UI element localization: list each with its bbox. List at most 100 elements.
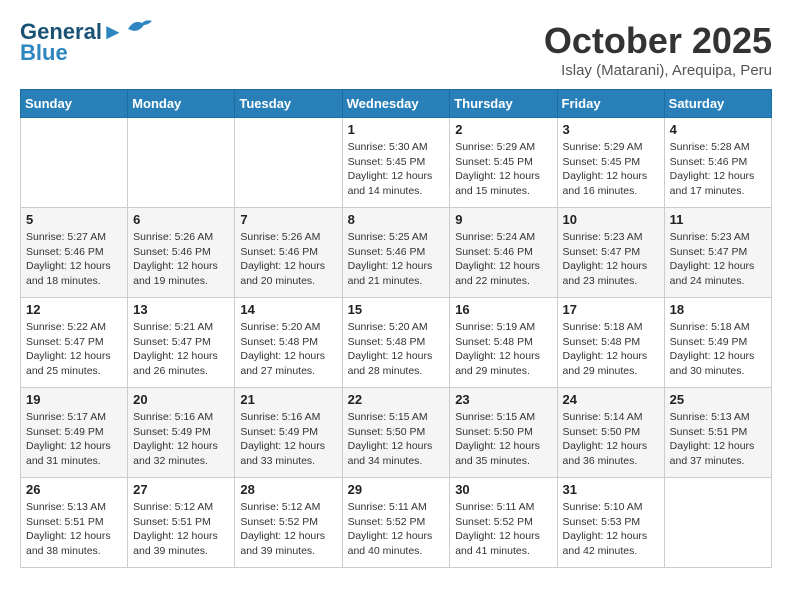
day-cell (128, 118, 235, 208)
day-info: Sunrise: 5:21 AM Sunset: 5:47 PM Dayligh… (133, 320, 229, 379)
week-row-1: 1 Sunrise: 5:30 AM Sunset: 5:45 PM Daylig… (21, 118, 772, 208)
day-cell: 4 Sunrise: 5:28 AM Sunset: 5:46 PM Daylig… (664, 118, 771, 208)
day-cell: 10Sunrise: 5:23 AM Sunset: 5:47 PM Dayli… (557, 208, 664, 298)
day-cell: 17 Sunrise: 5:18 AM Sunset: 5:48 PM Dayli… (557, 298, 664, 388)
title-block: October 2025 Islay (Matarani), Arequipa,… (544, 20, 772, 79)
day-info: Sunrise: 5:26 AM Sunset: 5:46 PM Dayligh… (133, 230, 229, 289)
day-cell: 25 Sunrise: 5:13 AM Sunset: 5:51 PM Dayli… (664, 388, 771, 478)
day-number: 30 (455, 482, 551, 497)
day-cell: 26 Sunrise: 5:13 AM Sunset: 5:51 PM Dayli… (21, 478, 128, 568)
day-number: 4 (670, 122, 766, 137)
day-cell: 12 Sunrise: 5:22 AM Sunset: 5:47 PM Dayli… (21, 298, 128, 388)
day-cell: 9 Sunrise: 5:24 AM Sunset: 5:46 PM Daylig… (450, 208, 557, 298)
day-info: Sunrise: 5:27 AM Sunset: 5:46 PM Dayligh… (26, 230, 122, 289)
day-number: 16 (455, 302, 551, 317)
day-number: 31 (563, 482, 659, 497)
day-number: 10 (563, 212, 659, 227)
day-number: 29 (348, 482, 445, 497)
day-number: 13 (133, 302, 229, 317)
day-info: Sunrise: 5:29 AM Sunset: 5:45 PM Dayligh… (455, 140, 551, 199)
day-info: Sunrise: 5:20 AM Sunset: 5:48 PM Dayligh… (240, 320, 336, 379)
day-info: Sunrise: 5:12 AM Sunset: 5:52 PM Dayligh… (240, 500, 336, 559)
week-row-2: 5 Sunrise: 5:27 AM Sunset: 5:46 PM Daylig… (21, 208, 772, 298)
day-info: Sunrise: 5:15 AM Sunset: 5:50 PM Dayligh… (348, 410, 445, 469)
day-info: Sunrise: 5:11 AM Sunset: 5:52 PM Dayligh… (348, 500, 445, 559)
day-number: 26 (26, 482, 122, 497)
day-cell (235, 118, 342, 208)
day-info: Sunrise: 5:14 AM Sunset: 5:50 PM Dayligh… (563, 410, 659, 469)
day-info: Sunrise: 5:16 AM Sunset: 5:49 PM Dayligh… (133, 410, 229, 469)
month-title: October 2025 (544, 20, 772, 62)
day-info: Sunrise: 5:25 AM Sunset: 5:46 PM Dayligh… (348, 230, 445, 289)
day-number: 22 (348, 392, 445, 407)
weekday-header-tuesday: Tuesday (235, 90, 342, 118)
day-cell: 8 Sunrise: 5:25 AM Sunset: 5:46 PM Daylig… (342, 208, 450, 298)
day-info: Sunrise: 5:19 AM Sunset: 5:48 PM Dayligh… (455, 320, 551, 379)
day-number: 2 (455, 122, 551, 137)
day-cell: 13 Sunrise: 5:21 AM Sunset: 5:47 PM Dayli… (128, 298, 235, 388)
day-cell: 20 Sunrise: 5:16 AM Sunset: 5:49 PM Dayli… (128, 388, 235, 478)
day-number: 24 (563, 392, 659, 407)
day-cell: 23Sunrise: 5:15 AM Sunset: 5:50 PM Dayli… (450, 388, 557, 478)
page-header: General► Blue October 2025 Islay (Matara… (20, 20, 772, 79)
weekday-header-row: SundayMondayTuesdayWednesdayThursdayFrid… (21, 90, 772, 118)
day-number: 14 (240, 302, 336, 317)
calendar-table: SundayMondayTuesdayWednesdayThursdayFrid… (20, 89, 772, 568)
day-cell: 28 Sunrise: 5:12 AM Sunset: 5:52 PM Dayli… (235, 478, 342, 568)
day-number: 15 (348, 302, 445, 317)
day-cell: 31 Sunrise: 5:10 AM Sunset: 5:53 PM Dayli… (557, 478, 664, 568)
day-cell: 11 Sunrise: 5:23 AM Sunset: 5:47 PM Dayli… (664, 208, 771, 298)
logo: General► Blue (20, 20, 154, 66)
day-cell: 24 Sunrise: 5:14 AM Sunset: 5:50 PM Dayli… (557, 388, 664, 478)
day-number: 27 (133, 482, 229, 497)
day-info: Sunrise: 5:13 AM Sunset: 5:51 PM Dayligh… (26, 500, 122, 559)
day-info: Sunrise: 5:10 AM Sunset: 5:53 PM Dayligh… (563, 500, 659, 559)
day-cell: 14 Sunrise: 5:20 AM Sunset: 5:48 PM Dayli… (235, 298, 342, 388)
day-cell: 3Sunrise: 5:29 AM Sunset: 5:45 PM Daylig… (557, 118, 664, 208)
day-number: 7 (240, 212, 336, 227)
weekday-header-wednesday: Wednesday (342, 90, 450, 118)
day-number: 28 (240, 482, 336, 497)
day-number: 11 (670, 212, 766, 227)
day-cell: 27 Sunrise: 5:12 AM Sunset: 5:51 PM Dayli… (128, 478, 235, 568)
day-cell (21, 118, 128, 208)
day-info: Sunrise: 5:24 AM Sunset: 5:46 PM Dayligh… (455, 230, 551, 289)
day-number: 8 (348, 212, 445, 227)
day-number: 20 (133, 392, 229, 407)
day-number: 12 (26, 302, 122, 317)
day-info: Sunrise: 5:28 AM Sunset: 5:46 PM Dayligh… (670, 140, 766, 199)
weekday-header-friday: Friday (557, 90, 664, 118)
day-info: Sunrise: 5:22 AM Sunset: 5:47 PM Dayligh… (26, 320, 122, 379)
day-info: Sunrise: 5:30 AM Sunset: 5:45 PM Dayligh… (348, 140, 445, 199)
day-number: 18 (670, 302, 766, 317)
day-info: Sunrise: 5:17 AM Sunset: 5:49 PM Dayligh… (26, 410, 122, 469)
day-cell: 19Sunrise: 5:17 AM Sunset: 5:49 PM Dayli… (21, 388, 128, 478)
day-cell: 30Sunrise: 5:11 AM Sunset: 5:52 PM Dayli… (450, 478, 557, 568)
day-cell: 22 Sunrise: 5:15 AM Sunset: 5:50 PM Dayli… (342, 388, 450, 478)
day-info: Sunrise: 5:16 AM Sunset: 5:49 PM Dayligh… (240, 410, 336, 469)
day-info: Sunrise: 5:29 AM Sunset: 5:45 PM Dayligh… (563, 140, 659, 199)
day-cell: 15Sunrise: 5:20 AM Sunset: 5:48 PM Dayli… (342, 298, 450, 388)
day-cell: 2 Sunrise: 5:29 AM Sunset: 5:45 PM Daylig… (450, 118, 557, 208)
day-info: Sunrise: 5:26 AM Sunset: 5:46 PM Dayligh… (240, 230, 336, 289)
day-number: 21 (240, 392, 336, 407)
day-cell: 6 Sunrise: 5:26 AM Sunset: 5:46 PM Daylig… (128, 208, 235, 298)
day-info: Sunrise: 5:13 AM Sunset: 5:51 PM Dayligh… (670, 410, 766, 469)
day-number: 1 (348, 122, 445, 137)
day-number: 9 (455, 212, 551, 227)
day-number: 6 (133, 212, 229, 227)
weekday-header-saturday: Saturday (664, 90, 771, 118)
day-cell: 1 Sunrise: 5:30 AM Sunset: 5:45 PM Daylig… (342, 118, 450, 208)
location-title: Islay (Matarani), Arequipa, Peru (544, 62, 772, 79)
day-number: 5 (26, 212, 122, 227)
day-info: Sunrise: 5:23 AM Sunset: 5:47 PM Dayligh… (670, 230, 766, 289)
day-number: 17 (563, 302, 659, 317)
day-cell: 16 Sunrise: 5:19 AM Sunset: 5:48 PM Dayli… (450, 298, 557, 388)
weekday-header-sunday: Sunday (21, 90, 128, 118)
day-info: Sunrise: 5:18 AM Sunset: 5:48 PM Dayligh… (563, 320, 659, 379)
day-info: Sunrise: 5:18 AM Sunset: 5:49 PM Dayligh… (670, 320, 766, 379)
day-number: 25 (670, 392, 766, 407)
logo-bird-icon (126, 17, 154, 39)
week-row-3: 12 Sunrise: 5:22 AM Sunset: 5:47 PM Dayli… (21, 298, 772, 388)
day-info: Sunrise: 5:12 AM Sunset: 5:51 PM Dayligh… (133, 500, 229, 559)
